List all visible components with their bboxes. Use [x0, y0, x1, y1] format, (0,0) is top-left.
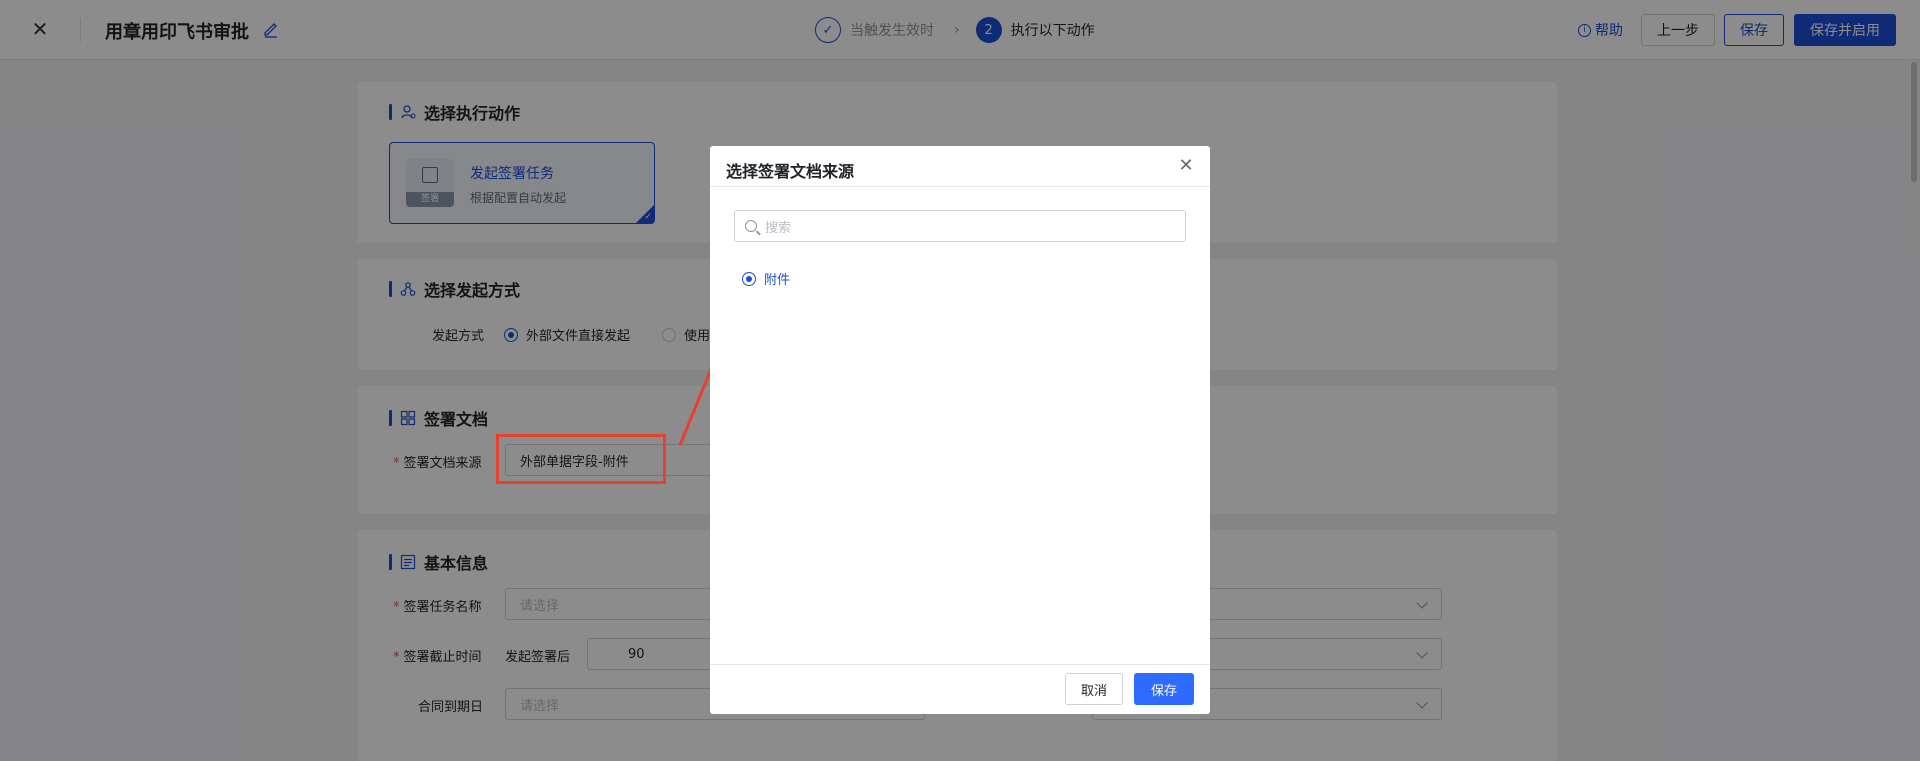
dialog-title: 选择签署文档来源 — [726, 162, 855, 181]
cancel-button[interactable]: 取消 — [1065, 673, 1123, 705]
search-input[interactable]: 搜索 — [734, 210, 1186, 242]
dialog-save-button[interactable]: 保存 — [1134, 673, 1194, 705]
close-icon[interactable]: ✕ — [1176, 156, 1196, 176]
divider — [710, 664, 1210, 665]
radio-attachment[interactable]: 附件 — [742, 269, 790, 288]
radio-selected-icon — [742, 271, 756, 286]
search-icon — [745, 220, 757, 232]
annotation-highlight-box — [496, 434, 666, 484]
select-doc-source-dialog: 选择签署文档来源 ✕ 搜索 附件 取消 保存 — [710, 146, 1210, 714]
radio-label: 附件 — [764, 273, 791, 288]
search-placeholder: 搜索 — [765, 220, 792, 236]
divider — [710, 186, 1210, 187]
